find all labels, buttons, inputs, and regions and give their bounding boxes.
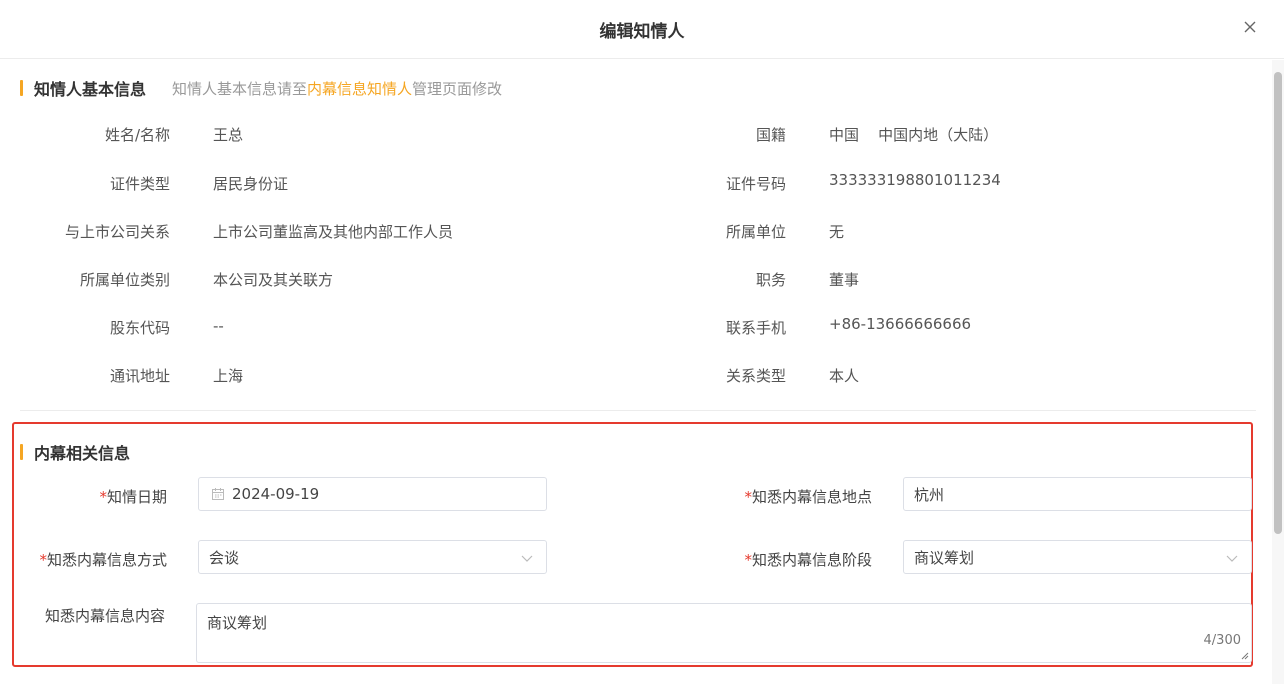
stage-select[interactable]: 商议筹划 [903,540,1252,574]
shareholder-code-label: 股东代码 [109,319,170,337]
insider-section-title: 内幕相关信息 [20,440,130,464]
required-mark: * [744,551,752,569]
insider-manage-link[interactable]: 内幕信息知情人 [307,80,412,98]
unit-label: 所属单位 [725,223,786,241]
name-label: 姓名/名称 [104,126,170,144]
basic-info-section-title: 知情人基本信息 知情人基本信息请至内幕信息知情人管理页面修改 [20,76,502,100]
mobile-value: +86-13666666666 [829,315,972,333]
dialog-title: 编辑知情人 [599,21,685,42]
chevron-down-icon [521,555,533,562]
method-label-text: 知悉内幕信息方式 [46,551,167,569]
char-counter: 4/300 [1203,633,1241,648]
required-mark: * [39,551,47,569]
id-type-label: 证件类型 [109,175,170,193]
nationality-label: 国籍 [755,126,786,144]
dialog-header: 编辑知情人 [0,0,1284,59]
hint-suffix: 管理页面修改 [412,79,503,98]
hint-prefix: 知情人基本信息请至 [172,79,308,98]
date-label: *知情日期 [40,486,167,507]
address-value: 上海 [213,367,244,385]
relation-value: 上市公司董监高及其他内部工作人员 [213,223,454,241]
stage-label-text: 知悉内幕信息阶段 [751,551,872,569]
content-value: 商议筹划 [207,614,268,632]
place-label-text: 知悉内幕信息地点 [751,488,872,506]
insider-info-title: 内幕相关信息 [34,444,131,463]
required-mark: * [744,488,752,506]
id-number-value: 333333198801011234 [829,171,1001,189]
unit-value: 无 [829,223,845,241]
mobile-label: 联系手机 [725,319,786,337]
position-value: 董事 [829,271,860,289]
section-divider [20,410,1256,411]
date-value: 2024-09-19 [232,485,320,503]
id-type-value: 居民身份证 [213,175,289,193]
unit-category-label: 所属单位类别 [79,271,170,289]
content-textarea[interactable]: 商议筹划 4/300 [196,603,1252,663]
relation-type-value: 本人 [829,367,860,385]
required-mark: * [99,488,107,506]
scrollbar-thumb[interactable] [1274,72,1282,534]
shareholder-code-value: -- [213,317,224,335]
resize-handle-icon[interactable] [1239,650,1249,660]
stage-label: *知悉内幕信息阶段 [700,549,872,570]
date-picker[interactable]: 2024-09-19 [198,477,547,511]
basic-info-hint: 知情人基本信息请至内幕信息知情人管理页面修改 [172,78,502,99]
relation-label: 与上市公司关系 [64,223,170,241]
position-label: 职务 [755,271,786,289]
place-value: 杭州 [914,485,945,504]
id-number-label: 证件号码 [725,175,786,193]
close-icon[interactable] [1242,19,1258,35]
method-label: *知悉内幕信息方式 [20,549,167,570]
place-input[interactable]: 杭州 [903,477,1252,511]
calendar-icon [212,488,224,500]
address-label: 通讯地址 [109,367,170,385]
unit-category-value: 本公司及其关联方 [213,271,334,289]
relation-type-label: 关系类型 [725,367,786,385]
name-value: 王总 [213,126,244,144]
date-label-text: 知情日期 [106,488,167,506]
method-select[interactable]: 会谈 [198,540,547,574]
chevron-down-icon [1226,555,1238,562]
content-label: 知悉内幕信息内容 [44,607,165,625]
section-accent-bar [20,80,23,96]
method-value: 会谈 [209,548,240,567]
nationality-value: 中国 中国内地（大陆） [829,126,999,144]
place-label: *知悉内幕信息地点 [700,486,872,507]
section-accent-bar [20,444,23,460]
stage-value: 商议筹划 [914,548,975,567]
basic-info-title: 知情人基本信息 [34,80,147,99]
